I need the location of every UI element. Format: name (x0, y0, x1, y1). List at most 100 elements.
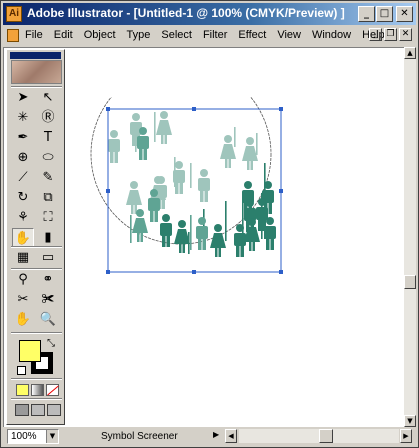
brush-icon[interactable]: ⟋ (12, 168, 34, 188)
stripe[interactable] (190, 215, 192, 250)
slice-icon[interactable]: ✂ (12, 290, 34, 310)
warp-icon[interactable]: ⚘ (12, 208, 34, 228)
stripe[interactable] (190, 163, 192, 188)
zoom-icon[interactable]: 🔍 (37, 310, 59, 330)
gradient-icon[interactable]: ▭ (37, 248, 59, 268)
toolbox-title-bar[interactable] (10, 52, 61, 59)
full-screen-mode-button[interactable] (47, 404, 61, 416)
color-mode-button[interactable] (16, 384, 29, 396)
vertical-scroll-thumb[interactable] (404, 275, 416, 289)
stripe[interactable] (154, 112, 156, 142)
swap-fill-stroke-icon[interactable]: ⤡ (47, 338, 55, 349)
graph-icon[interactable]: ▮ (37, 228, 59, 248)
hand-icon[interactable]: ✋ (12, 310, 34, 330)
standard-screen-mode-button[interactable] (15, 404, 29, 416)
pen-icon[interactable]: ✒ (12, 128, 34, 148)
doc-close-button[interactable]: ✕ (399, 28, 412, 41)
magic-wand-icon[interactable]: ✳ (12, 108, 34, 128)
fill-color-swatch[interactable] (19, 340, 41, 362)
close-button[interactable]: ✕ (396, 6, 413, 22)
menu-filter[interactable]: Filter (203, 29, 227, 41)
zoom-level-field[interactable]: 100% ▼ (7, 429, 59, 444)
scroll-left-button[interactable]: ◀ (225, 429, 237, 443)
person-symbol[interactable] (156, 111, 172, 144)
document-icon[interactable] (7, 29, 19, 42)
person-symbol[interactable] (196, 217, 208, 250)
window-title: Adobe Illustrator - [Untitled-1 @ 100% (… (27, 6, 345, 20)
person-symbol[interactable] (234, 224, 246, 257)
default-colors-icon[interactable] (17, 366, 26, 375)
menu-effect[interactable]: Effect (238, 29, 266, 41)
person-symbol[interactable] (108, 130, 120, 163)
arrow-icon[interactable]: ➤ (12, 88, 34, 108)
chevron-down-icon[interactable]: ▼ (46, 430, 58, 443)
none-mode-button[interactable] (46, 384, 59, 396)
person-symbol[interactable] (220, 135, 236, 168)
menu-edit[interactable]: Edit (54, 29, 73, 41)
illustrator-app-icon[interactable]: Ai (6, 6, 22, 22)
lasso-icon[interactable]: Ⓡ (37, 108, 59, 128)
stripe[interactable] (234, 127, 236, 147)
scissors-icon[interactable]: ✀ (37, 290, 59, 310)
minimize-button[interactable]: _ (358, 6, 375, 22)
ellipse-icon[interactable]: ⬭ (37, 148, 59, 168)
symbol-sprayer-icon[interactable]: ✋ (12, 228, 34, 248)
spiral-icon[interactable]: ⊕ (12, 148, 34, 168)
menu-type[interactable]: Type (127, 29, 151, 41)
selection-handle[interactable] (192, 107, 196, 111)
document-window-controls: _ ❐ ✕ (369, 28, 412, 41)
menu-view[interactable]: View (277, 29, 301, 41)
toolbox-divider (11, 246, 62, 248)
stripe[interactable] (130, 215, 132, 243)
status-menu-arrow-icon[interactable]: ▶ (213, 430, 219, 439)
mesh-icon[interactable]: ▦ (12, 248, 34, 268)
free-transform-icon[interactable]: ⛶ (37, 208, 59, 228)
zoom-level-value: 100% (11, 431, 37, 442)
status-bar: 100% ▼ Symbol Screener ▶ ◀ ▶ (3, 427, 416, 445)
horizontal-scrollbar[interactable] (239, 429, 399, 443)
selection-handle[interactable] (279, 107, 283, 111)
doc-restore-button[interactable]: ❐ (384, 28, 397, 41)
adobe-logo-button[interactable] (11, 60, 62, 84)
scroll-down-button[interactable]: ▼ (404, 415, 416, 427)
person-symbol[interactable] (174, 220, 190, 253)
toolbox-panel: ⤡ ➤ ↖ ✳ Ⓡ ✒ T ⊕ ⬭ ⟋ ✎ ↻ ⧉ ⚘ ⛶ ✋ ▮ ▦ ▭ ⚲ ⚭ ✂ ✀ ✋ 🔍 (6, 49, 65, 425)
selection-handle[interactable] (192, 270, 196, 274)
menu-window[interactable]: Window (312, 29, 351, 41)
person-symbol[interactable] (198, 169, 210, 202)
status-current-tool[interactable]: Symbol Screener (101, 431, 178, 442)
maximize-button[interactable]: □ (376, 6, 393, 22)
scroll-right-button[interactable]: ▶ (400, 429, 412, 443)
selection-handle[interactable] (279, 270, 283, 274)
type-icon[interactable]: T (37, 128, 59, 148)
selection-handle[interactable] (106, 107, 110, 111)
scale-icon[interactable]: ⧉ (37, 188, 59, 208)
menu-select[interactable]: Select (161, 29, 192, 41)
eyedropper-icon[interactable]: ⚲ (12, 270, 34, 290)
hollow-arrow-icon[interactable]: ↖ (37, 88, 59, 108)
stripe[interactable] (264, 163, 266, 193)
doc-minimize-button[interactable]: _ (369, 28, 382, 41)
selection-handle[interactable] (106, 270, 110, 274)
menu-file[interactable]: File (25, 29, 43, 41)
selection-handle[interactable] (106, 189, 110, 193)
toolbox-divider (11, 378, 62, 380)
illustrator-window: Ai Adobe Illustrator - [Untitled-1 @ 100… (0, 0, 419, 448)
menu-object[interactable]: Object (84, 29, 116, 41)
blend-icon[interactable]: ⚭ (37, 270, 59, 290)
horizontal-scroll-thumb[interactable] (319, 429, 333, 443)
pencil-icon[interactable]: ✎ (37, 168, 59, 188)
gradient-mode-button[interactable] (31, 384, 44, 396)
stripe[interactable] (225, 201, 227, 241)
toolbox-divider (11, 86, 62, 88)
selection-handle[interactable] (279, 189, 283, 193)
person-symbol[interactable] (242, 137, 258, 170)
full-screen-menu-mode-button[interactable] (31, 404, 45, 416)
scroll-up-button[interactable]: ▲ (404, 47, 416, 59)
stripe[interactable] (256, 133, 258, 155)
person-symbol[interactable] (210, 224, 226, 257)
title-bar[interactable]: Ai Adobe Illustrator - [Untitled-1 @ 100… (3, 3, 416, 25)
artwork[interactable] (86, 97, 286, 337)
rotate-icon[interactable]: ↻ (12, 188, 34, 208)
vertical-scrollbar[interactable]: ▲ ▼ (404, 47, 416, 427)
